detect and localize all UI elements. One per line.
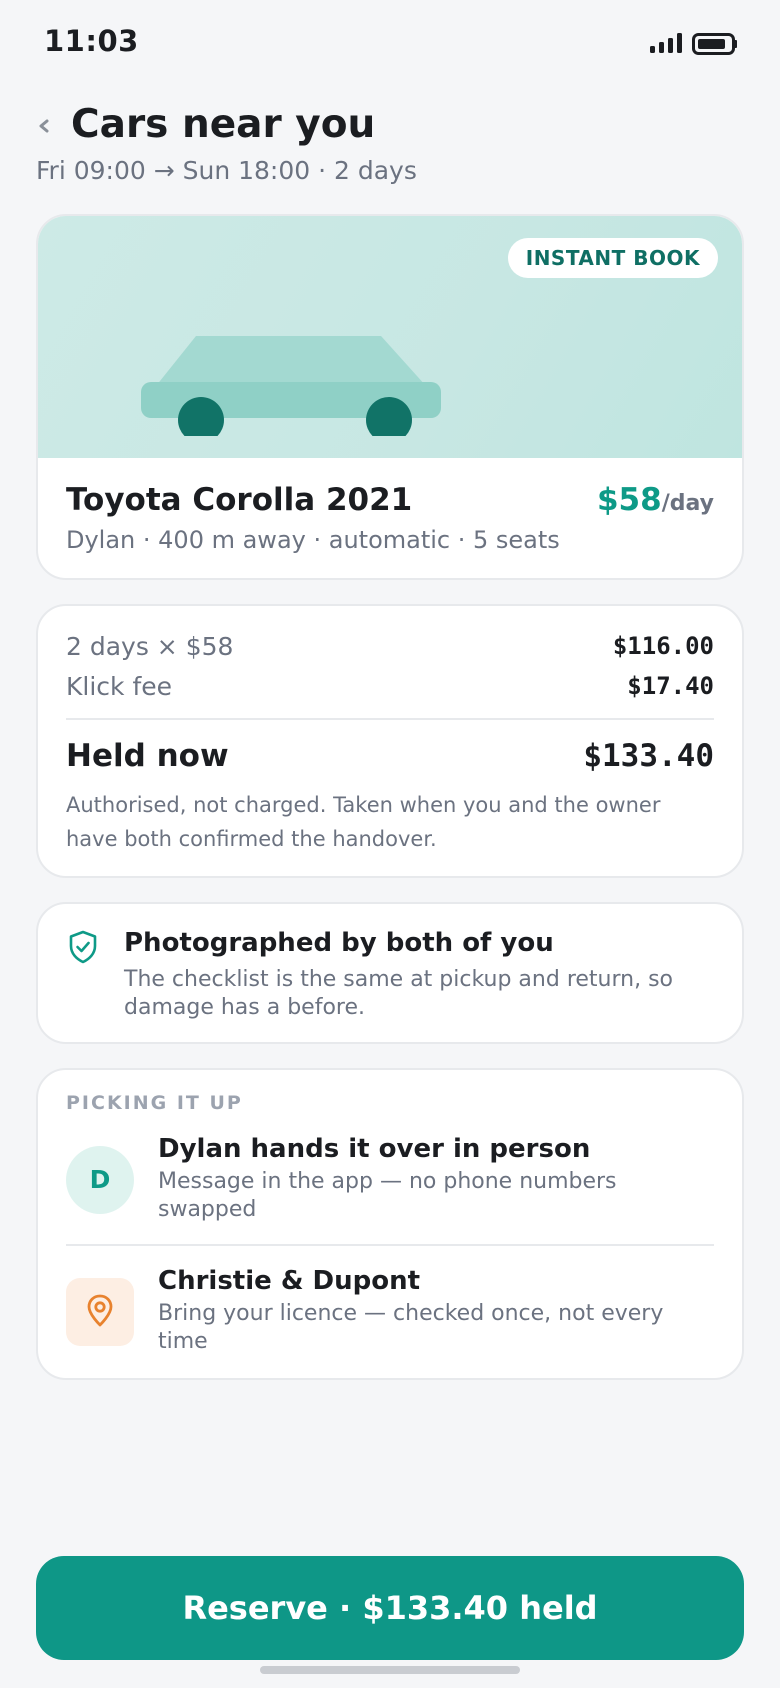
car-price-amount: $58	[596, 482, 662, 518]
map-pin-icon	[87, 1294, 113, 1327]
instant-book-badge: INSTANT BOOK	[507, 238, 718, 278]
car-price: $58/day	[597, 482, 714, 518]
divider	[66, 1244, 714, 1246]
price-row: Klick fee $17.40	[66, 672, 714, 708]
status-bar: 11:03	[0, 0, 780, 90]
held-now-amount: $133.40	[583, 738, 714, 774]
chevron-left-icon[interactable]	[36, 114, 52, 138]
price-row-value: $17.40	[627, 672, 714, 700]
car-name: Toyota Corolla 2021	[66, 482, 413, 518]
location-icon-box	[66, 1278, 134, 1346]
battery-icon	[692, 33, 737, 55]
owner-avatar: D	[66, 1146, 134, 1214]
page-title: Cars near you	[71, 102, 376, 147]
photo-checklist-title: Photographed by both of you	[124, 928, 554, 958]
car-icon	[141, 336, 441, 436]
photo-checklist-card: Photographed by both of you The checklis…	[36, 902, 744, 1044]
status-time: 11:03	[44, 24, 139, 58]
held-now-label: Held now	[66, 738, 229, 774]
car-price-unit: /day	[661, 491, 714, 516]
pickup-location-text: Bring your licence — checked once, not e…	[158, 1301, 664, 1354]
handover-text: Message in the app — no phone numbers sw…	[158, 1169, 617, 1222]
hold-explanation: Authorised, not charged. Taken when you …	[66, 793, 661, 851]
price-row-label: 2 days × $58	[66, 632, 234, 661]
reserve-button[interactable]: Reserve · $133.40 held	[36, 1556, 744, 1660]
pickup-card: PICKING IT UP D Dylan hands it over in p…	[36, 1068, 744, 1380]
home-indicator	[260, 1666, 520, 1674]
section-label: PICKING IT UP	[66, 1092, 243, 1114]
car-details: Dylan · 400 m away · automatic · 5 seats	[66, 526, 560, 554]
price-breakdown-card: 2 days × $58 $116.00 Klick fee $17.40 He…	[36, 604, 744, 878]
shield-check-icon	[69, 930, 97, 964]
divider	[66, 718, 714, 720]
price-row-value: $116.00	[612, 632, 714, 660]
price-row-label: Klick fee	[66, 672, 173, 701]
pickup-location-title[interactable]: Christie & Dupont	[158, 1266, 420, 1296]
trip-dates: Fri 09:00 → Sun 18:00 · 2 days	[36, 156, 417, 185]
car-card[interactable]: INSTANT BOOK Toyota Corolla 2021 $58/day…	[36, 214, 744, 580]
car-hero: INSTANT BOOK	[38, 216, 742, 458]
price-row: 2 days × $58 $116.00	[66, 632, 714, 668]
handover-title: Dylan hands it over in person	[158, 1134, 591, 1164]
cellular-signal-icon	[650, 33, 682, 53]
photo-checklist-text: The checklist is the same at pickup and …	[124, 967, 673, 1020]
